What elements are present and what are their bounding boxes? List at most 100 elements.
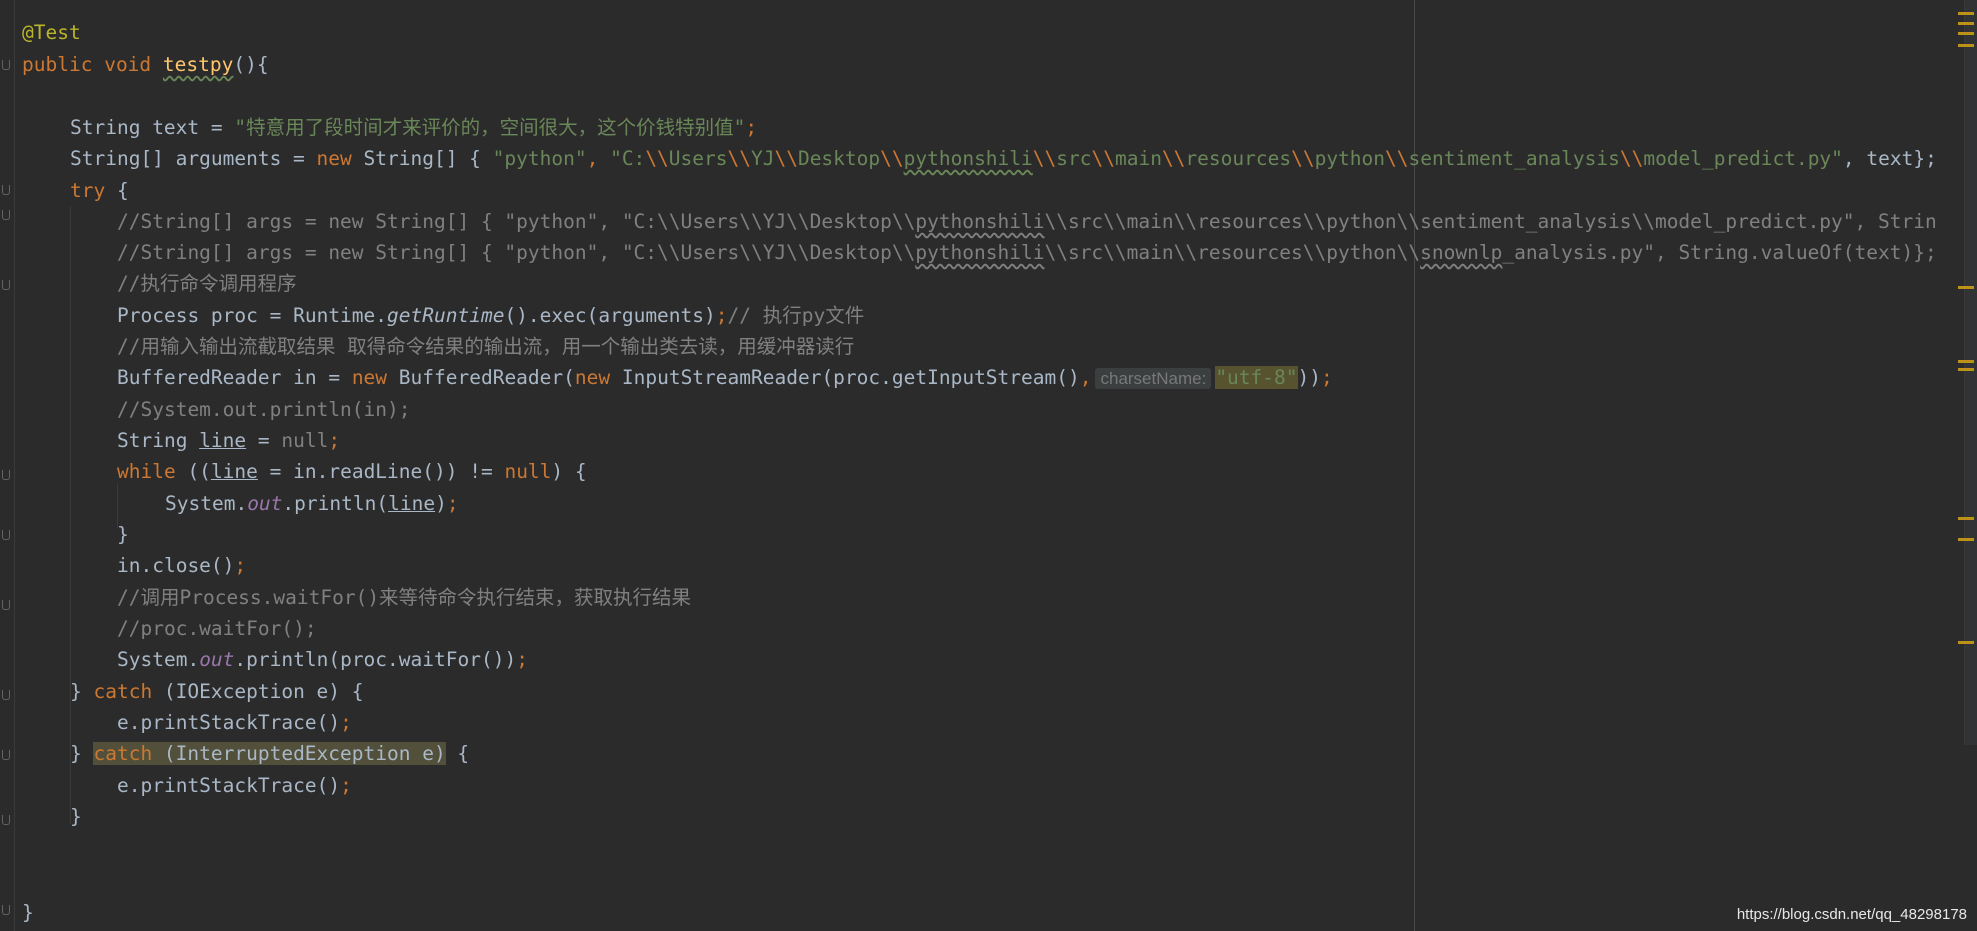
static-out: out [247,492,283,515]
gutter[interactable] [0,0,15,931]
fold-marker[interactable] [2,530,10,540]
comma: , [1079,366,1092,389]
code-line-annotation[interactable]: @Test [22,17,81,48]
code-line-comment-proc-waitfor[interactable]: //proc.waitFor(); [117,613,317,644]
brace-close: } [70,805,82,828]
code-line-printstacktrace[interactable]: e.printStackTrace(); [117,770,352,801]
code-line-bufferedreader[interactable]: BufferedReader in = new BufferedReader(n… [117,362,1333,393]
println-waitfor: .println(proc.waitFor()) [234,648,517,671]
path-escape: \\ [880,147,904,170]
path-sentiment: sentiment_analysis [1408,147,1620,170]
method-name: testpy [162,53,234,76]
fold-marker[interactable] [2,210,10,220]
fold-marker[interactable] [2,60,10,70]
close-call: in.close() [117,554,235,577]
process-decl: Process proc = Runtime. [117,304,388,327]
code-line-while[interactable]: while ((line = in.readLine()) != null) { [117,456,587,487]
warning-marker[interactable] [1958,12,1974,15]
code-line-printstacktrace[interactable]: e.printStackTrace(); [117,707,352,738]
comment-part: \\src\\main\\resources\\python\\sentimen… [1044,210,1937,233]
brace-close: } [70,742,94,765]
method-paren: (){ [233,53,269,76]
warning-marker[interactable] [1958,517,1974,520]
warning-marker[interactable] [1958,22,1974,25]
comment-part: _analysis.py", String.valueOf(text)}; [1502,241,1937,264]
code-line-println-line[interactable]: System.out.println(line); [165,488,459,519]
code-line-text-decl[interactable]: String text = "特意用了段时间才来评价的，空间很大，这个价钱特别值… [70,112,757,143]
path-yj: YJ [750,147,775,170]
code-line-close[interactable]: in.close(); [117,550,246,581]
code-line-process[interactable]: Process proc = Runtime.getRuntime().exec… [117,300,864,331]
scrollbar-thumb[interactable] [1964,0,1977,745]
path-desktop: Desktop [797,147,881,170]
warning-marker[interactable] [1958,360,1974,363]
code-line-comment-args2[interactable]: //String[] args = new String[] { "python… [117,237,1937,268]
fold-marker[interactable] [2,600,10,610]
annotation-test: @Test [22,21,81,44]
code-line-comment-args1[interactable]: //String[] args = new String[] { "python… [117,206,1937,237]
code-line-brace[interactable]: } [117,519,129,550]
brace-close: } [117,523,129,546]
code-editor[interactable]: @Test public void testpy(){ String text … [0,0,1977,931]
args-tail: , text}; [1842,147,1937,170]
code-line-arguments-decl[interactable]: String[] arguments = new String[] { "pyt… [70,143,1937,174]
fold-marker[interactable] [2,815,10,825]
path-main: main [1114,147,1162,170]
code-line-method-end[interactable]: } [22,897,34,928]
keyword-null: null [281,429,329,452]
warning-marker[interactable] [1958,368,1974,371]
warning-marker[interactable] [1958,44,1974,47]
path-escape: \\ [727,147,751,170]
while-readline: = in.readLine()) != [257,460,505,483]
path-pythonshili: pythonshili [903,147,1033,170]
code-line-try[interactable]: try { [70,175,129,206]
comment-typo: pythonshili [915,241,1045,264]
warning-marker[interactable] [1958,32,1974,35]
fold-marker[interactable] [2,470,10,480]
comment-typo: snownlp [1420,241,1503,264]
warning-marker[interactable] [1958,641,1974,644]
code-line-comment-read[interactable]: //用输入输出流截取结果 取得命令结果的输出流，用一个输出类去读，用缓冲器读行 [117,331,854,362]
code-line-method-signature[interactable]: public void testpy(){ [22,49,269,80]
text-var: text = [140,116,235,139]
code-line-brace[interactable]: } [70,801,82,832]
comment-text: //用输入输出流截取结果 取得命令结果的输出流，用一个输出类去读，用缓冲器读行 [117,335,855,358]
fold-marker[interactable] [2,185,10,195]
brace-open: { [445,742,470,765]
path-escape: \\ [1161,147,1186,170]
fold-marker[interactable] [2,750,10,760]
watermark-url: https://blog.csdn.net/qq_48298178 [1736,906,1967,923]
path-escape: \\ [1291,147,1315,170]
code-line-line-decl[interactable]: String line = null; [117,425,340,456]
string-python: "python" [492,147,587,170]
type-string: String [117,429,200,452]
code-line-catch-interrupted[interactable]: } catch (InterruptedException e) { [70,738,469,769]
keyword-void: void [104,53,152,76]
warning-marker[interactable] [1958,538,1974,541]
fold-marker[interactable] [2,905,10,915]
path-escape: \\ [645,147,669,170]
path-escape: \\ [774,147,798,170]
paren-close: ) [435,492,447,515]
semicolon: ; [340,774,352,797]
keyword-new: new [351,366,388,389]
code-line-comment-exec[interactable]: //执行命令调用程序 [117,268,296,299]
comment-text: //System.out.println(in); [117,398,411,421]
method-getruntime: getRuntime [387,304,505,327]
keyword-new: new [316,147,352,170]
path-escape: \\ [1032,147,1057,170]
path-escape: \\ [1091,147,1115,170]
semicolon: ; [340,711,352,734]
code-line-comment-println[interactable]: //System.out.println(in); [117,394,411,425]
fold-marker[interactable] [2,280,10,290]
br-stream: InputStreamReader(proc.getInputStream() [610,366,1080,389]
warning-marker[interactable] [1958,286,1974,289]
var-line: line [210,460,258,483]
fold-marker[interactable] [2,690,10,700]
comment-part: //String[] args = new String[] { "python… [117,210,916,233]
code-line-println-waitfor[interactable]: System.out.println(proc.waitFor()); [117,644,528,675]
code-line-comment-waitfor[interactable]: //调用Process.waitFor()来等待命令执行结束，获取执行结果 [117,582,691,613]
comment-typo: pythonshili [915,210,1045,233]
code-line-catch-io[interactable]: } catch (IOException e) { [70,676,364,707]
while-close: ) { [551,460,587,483]
